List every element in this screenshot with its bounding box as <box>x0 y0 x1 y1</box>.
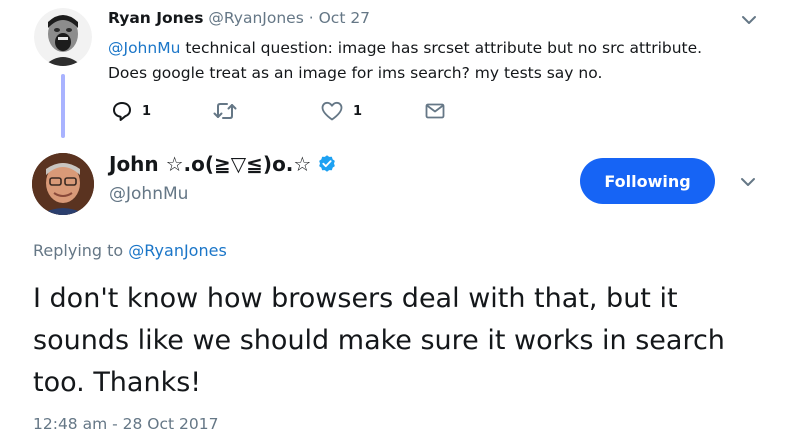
main-tweet-text: I don't know how browsers deal with that… <box>33 283 725 398</box>
like-count: 1 <box>353 103 363 119</box>
replying-to: Replying to @RyanJones <box>33 241 227 260</box>
heart-icon <box>321 101 343 121</box>
direct-message-button[interactable] <box>424 100 446 122</box>
reply-count: 1 <box>142 103 152 119</box>
chevron-down-icon[interactable] <box>738 9 760 31</box>
parent-tweet-time[interactable]: Oct 27 <box>319 9 370 27</box>
replying-handle-link[interactable]: @RyanJones <box>128 241 226 260</box>
parent-tweet-actions: 1 1 <box>108 100 468 130</box>
avatar-john-mu[interactable] <box>32 153 94 215</box>
following-button[interactable]: Following <box>580 158 715 204</box>
envelope-icon <box>425 103 445 119</box>
parent-text-line2: Does google treat as an image for ims se… <box>108 64 603 82</box>
chevron-down-icon[interactable] <box>737 171 759 193</box>
tweet-timestamp[interactable]: 12:48 am - 28 Oct 2017 <box>33 415 218 433</box>
main-author-name[interactable]: John ☆.o(≧▽≦)o.☆ <box>109 152 337 176</box>
reply-button[interactable]: 1 <box>111 100 151 122</box>
retweet-button[interactable] <box>212 100 238 122</box>
separator-dot: · <box>308 9 314 27</box>
parent-author-name[interactable]: Ryan Jones <box>108 9 203 27</box>
parent-tweet-header: Ryan Jones @RyanJones · Oct 27 <box>108 9 370 27</box>
mention-link[interactable]: @JohnMu <box>108 39 180 57</box>
avatar-ryan-jones[interactable] <box>34 8 92 66</box>
like-button[interactable]: 1 <box>320 100 362 122</box>
verified-badge-icon <box>319 155 336 172</box>
parent-author-handle[interactable]: @RyanJones <box>208 9 303 27</box>
retweet-icon <box>213 103 237 119</box>
main-author-handle[interactable]: @JohnMu <box>109 184 188 204</box>
parent-tweet-text: @JohnMu technical question: image has sr… <box>108 36 758 86</box>
thread-connector-line <box>61 74 65 138</box>
parent-text-line1: technical question: image has srcset att… <box>180 39 703 57</box>
reply-icon <box>113 102 131 121</box>
replying-prefix: Replying to <box>33 241 129 260</box>
main-author-name-text[interactable]: John ☆.o(≧▽≦)o.☆ <box>109 152 311 176</box>
tweet-detail: Ryan Jones @RyanJones · Oct 27 @JohnMu t… <box>0 0 800 447</box>
